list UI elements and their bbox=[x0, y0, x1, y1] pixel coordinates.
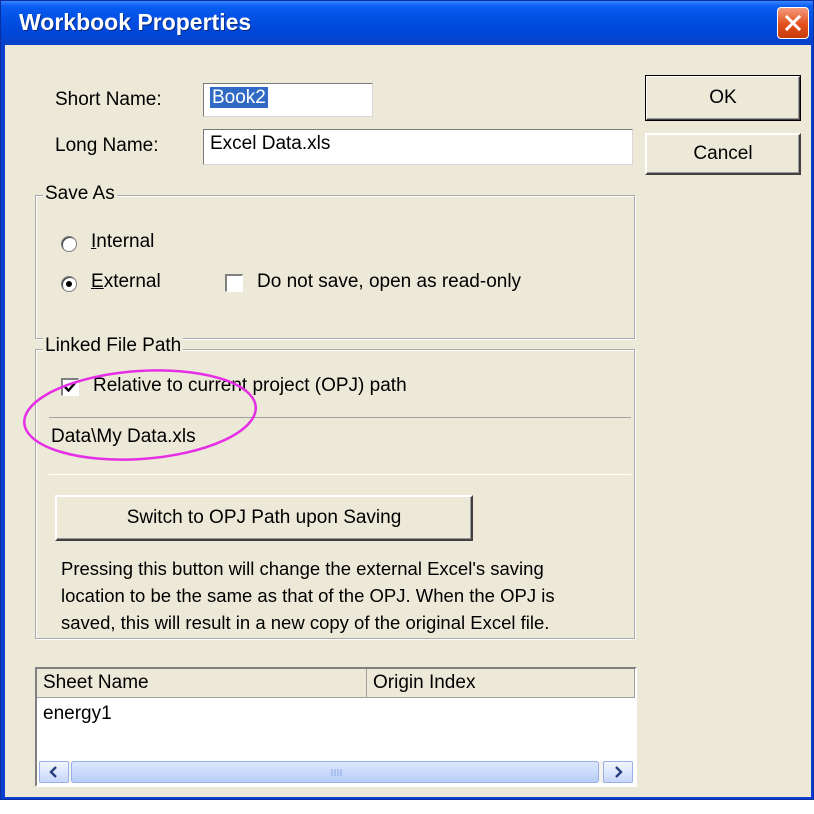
external-radio-label[interactable]: External bbox=[91, 271, 161, 293]
readonly-label[interactable]: Do not save, open as read-only bbox=[257, 271, 521, 293]
save-as-group bbox=[35, 195, 635, 339]
linked-path-note: Pressing this button will change the ext… bbox=[61, 555, 631, 636]
save-as-legend: Save As bbox=[43, 183, 117, 205]
scroll-left-button[interactable] bbox=[39, 761, 69, 783]
arrow-right-icon bbox=[615, 766, 623, 778]
dialog-title: Workbook Properties bbox=[19, 9, 252, 35]
cancel-button[interactable]: Cancel bbox=[645, 133, 801, 175]
internal-radio[interactable] bbox=[61, 236, 77, 252]
long-name-label: Long Name: bbox=[55, 135, 159, 156]
column-header-sheet-name[interactable]: Sheet Name bbox=[37, 669, 367, 698]
close-icon bbox=[784, 14, 802, 32]
ok-button[interactable]: OK bbox=[645, 75, 801, 121]
sheet-grid[interactable]: Sheet Name Origin Index energy1 bbox=[35, 667, 637, 787]
column-header-origin-index[interactable]: Origin Index bbox=[367, 669, 635, 698]
scroll-right-button[interactable] bbox=[603, 761, 633, 783]
horizontal-scrollbar[interactable] bbox=[39, 761, 633, 783]
title-bar[interactable]: Workbook Properties bbox=[1, 1, 813, 45]
short-name-field[interactable]: Book2 bbox=[203, 83, 373, 117]
note-line: Pressing this button will change the ext… bbox=[61, 558, 544, 579]
external-accel: E bbox=[91, 271, 104, 292]
note-line: location to be the same as that of the O… bbox=[61, 585, 555, 606]
dialog-window: Workbook Properties Short Name: Book2 Lo… bbox=[0, 0, 814, 800]
annotation-ellipse bbox=[22, 369, 258, 461]
note-line: saved, this will result in a new copy of… bbox=[61, 612, 550, 633]
arrow-left-icon bbox=[49, 766, 57, 778]
close-button[interactable] bbox=[777, 7, 809, 39]
sheet-name-cell[interactable]: energy1 bbox=[43, 703, 112, 725]
radio-selected-dot bbox=[66, 281, 72, 287]
internal-rest: nternal bbox=[96, 231, 155, 252]
switch-to-opj-path-button[interactable]: Switch to OPJ Path upon Saving bbox=[55, 495, 473, 541]
scroll-thumb[interactable] bbox=[71, 761, 599, 783]
grip-icon bbox=[331, 769, 342, 776]
external-radio[interactable] bbox=[61, 276, 77, 292]
linked-file-path-legend: Linked File Path bbox=[43, 335, 184, 357]
internal-radio-label[interactable]: Internal bbox=[91, 231, 154, 253]
short-name-label: Short Name: bbox=[55, 89, 162, 110]
readonly-checkbox[interactable] bbox=[225, 274, 243, 292]
dialog-body: Short Name: Book2 Long Name: Excel Data.… bbox=[5, 45, 811, 797]
long-name-field[interactable]: Excel Data.xls bbox=[203, 129, 633, 165]
external-rest: xternal bbox=[103, 271, 161, 292]
short-name-value: Book2 bbox=[210, 87, 268, 108]
